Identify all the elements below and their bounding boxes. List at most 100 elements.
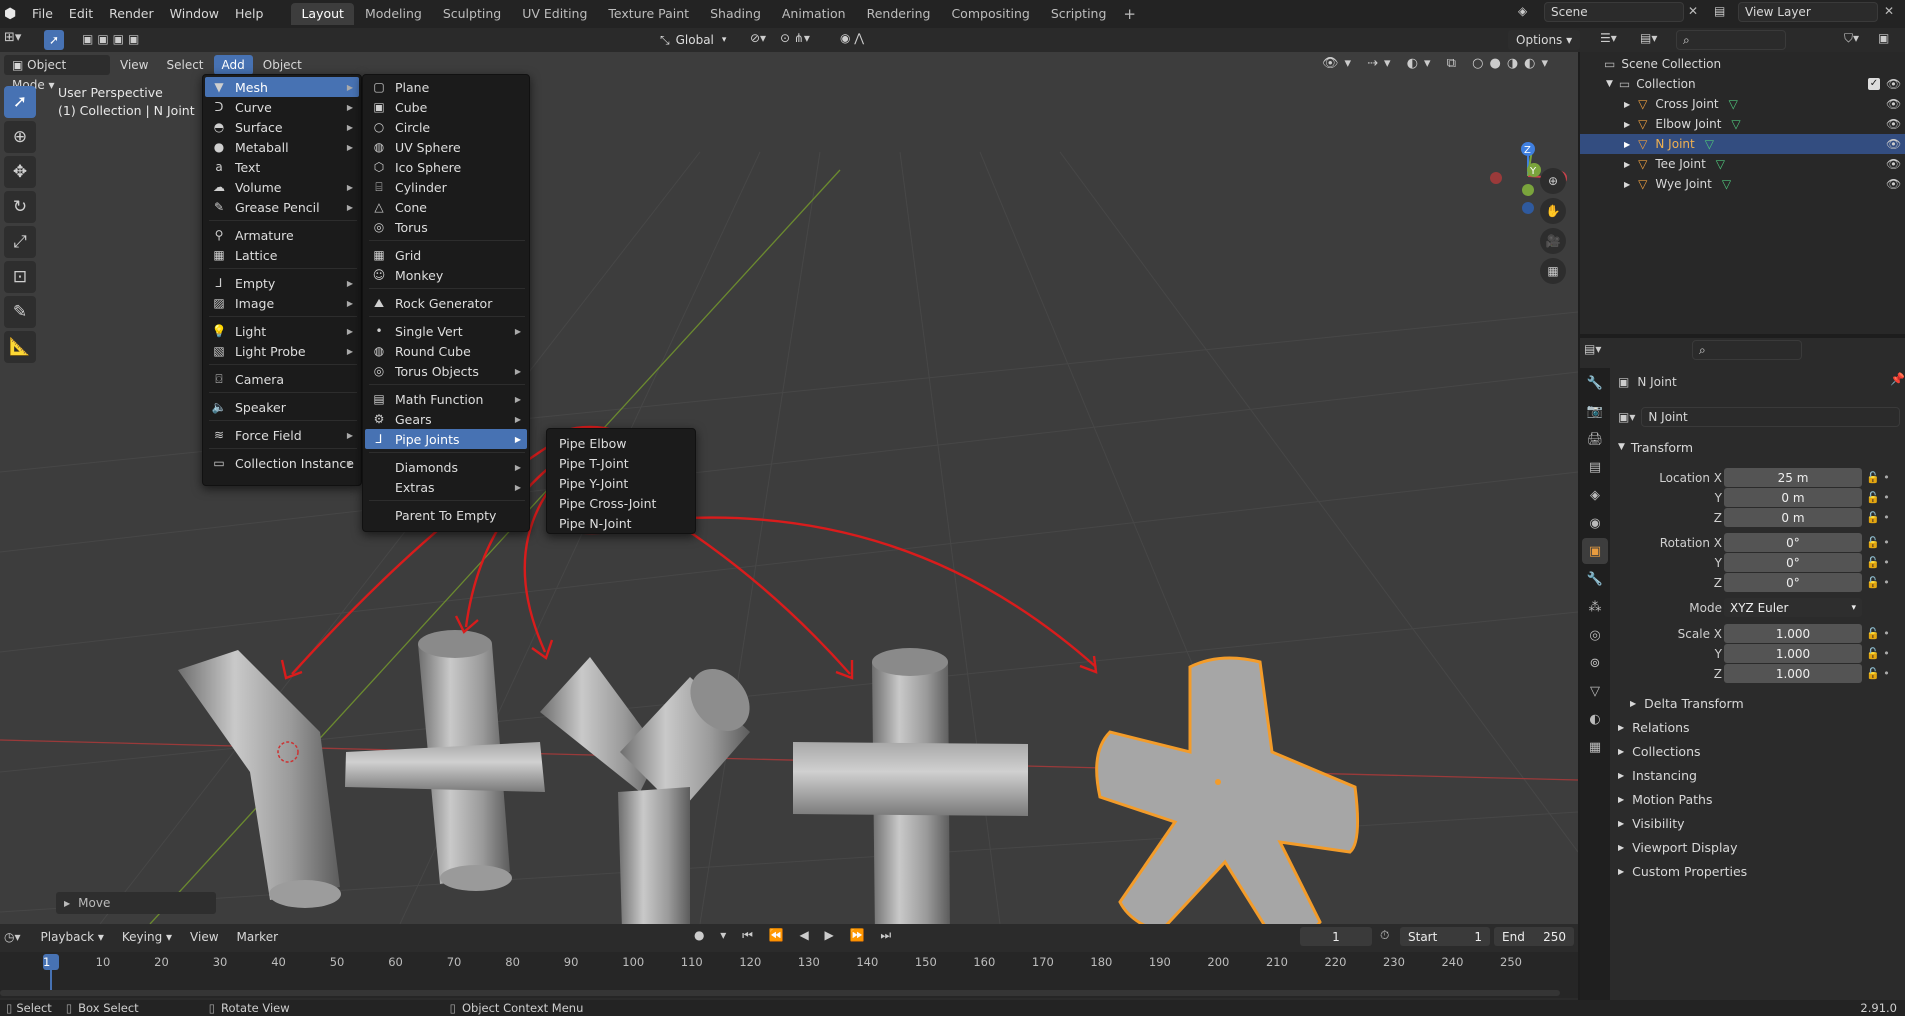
- mesh-item-cone[interactable]: △ Cone: [365, 197, 527, 217]
- mesh-item-parent-to-empty[interactable]: Parent To Empty: [365, 505, 527, 525]
- add-menu-item-image[interactable]: ▨ Image ▶: [205, 293, 359, 313]
- eye-icon[interactable]: 👁: [1886, 77, 1901, 91]
- timeline-editor-icon[interactable]: ◷▾: [4, 930, 21, 944]
- timeline-view-menu[interactable]: View: [182, 927, 226, 947]
- grid-view-icon[interactable]: ▦: [1540, 258, 1566, 284]
- mesh-item-cylinder[interactable]: ⌸ Cylinder: [365, 177, 527, 197]
- tab-texture-paint[interactable]: Texture Paint: [598, 3, 699, 25]
- outliner-item-wye-joint[interactable]: ▶ ▽ Wye Joint ▽ 👁: [1580, 174, 1905, 194]
- tab-shading[interactable]: Shading: [700, 3, 771, 25]
- add-menu-item-force-field[interactable]: ≋ Force Field ▶: [205, 425, 359, 445]
- material-tab-icon[interactable]: ◐: [1582, 706, 1608, 732]
- rotate-tool-icon[interactable]: ↻: [4, 191, 36, 223]
- current-frame-field[interactable]: 1: [1300, 927, 1372, 946]
- options-button[interactable]: Options ▾: [1508, 30, 1581, 50]
- add-workspace-icon[interactable]: +: [1123, 5, 1136, 23]
- menu-select[interactable]: Select: [158, 55, 211, 75]
- tab-sculpting[interactable]: Sculpting: [433, 3, 511, 25]
- pivot-icon[interactable]: ⊘▾: [750, 31, 766, 45]
- transform-orientation[interactable]: ⤡ Global ▾: [660, 30, 726, 50]
- add-menu-item-grease-pencil[interactable]: ✎ Grease Pencil ▶: [205, 197, 359, 217]
- menu-add[interactable]: Add: [213, 55, 253, 75]
- scene-icon[interactable]: ◈: [1518, 4, 1540, 24]
- tab-animation[interactable]: Animation: [772, 3, 856, 25]
- tab-modeling[interactable]: Modeling: [355, 3, 432, 25]
- delta-transform-panel[interactable]: ▶ Delta Transform: [1630, 693, 1744, 713]
- mesh-item-torus-objects[interactable]: ◎ Torus Objects ▶: [365, 361, 527, 381]
- add-menu-item-light[interactable]: 💡 Light ▶: [205, 321, 359, 341]
- mesh-item-extras[interactable]: Extras ▶: [365, 477, 527, 497]
- object-mode-dropdown[interactable]: ▣ Object Mode ▾: [4, 55, 110, 92]
- tab-uv-editing[interactable]: UV Editing: [512, 3, 597, 25]
- add-menu-item-empty[interactable]: ⅃ Empty ▶: [205, 273, 359, 293]
- keying-menu[interactable]: Keying ▾: [114, 927, 180, 947]
- mesh-item-circle[interactable]: ○ Circle: [365, 117, 527, 137]
- n-joint-mesh[interactable]: [1095, 656, 1360, 924]
- eye-icon[interactable]: 👁: [1886, 97, 1901, 111]
- scene-selector[interactable]: Scene: [1544, 2, 1684, 22]
- mesh-item-diamonds[interactable]: Diamonds ▶: [365, 457, 527, 477]
- outliner-item-n-joint[interactable]: ▶ ▽ N Joint ▽ 👁: [1580, 134, 1905, 154]
- outliner-item-cross-joint[interactable]: ▶ ▽ Cross Joint ▽ 👁: [1580, 94, 1905, 114]
- output-tab-icon[interactable]: 🖨: [1582, 426, 1608, 452]
- tab-scripting[interactable]: Scripting: [1041, 3, 1117, 25]
- scene-close-icon[interactable]: ✕: [1688, 4, 1698, 18]
- clock-icon[interactable]: ⏱: [1380, 928, 1389, 943]
- add-menu-item-surface[interactable]: ◓ Surface ▶: [205, 117, 359, 137]
- texture-tab-icon[interactable]: ▦: [1582, 734, 1608, 760]
- object-data-icon[interactable]: ▣▾: [1618, 410, 1635, 424]
- add-menu-item-lattice[interactable]: ▦ Lattice: [205, 245, 359, 265]
- mesh-item-uv-sphere[interactable]: ◍ UV Sphere: [365, 137, 527, 157]
- outliner-search-input[interactable]: ⌕: [1676, 30, 1786, 50]
- pipe-n-joint-item[interactable]: Pipe N-Joint: [549, 513, 695, 533]
- pin-icon[interactable]: 📌: [1890, 372, 1905, 386]
- filter-icon[interactable]: ⛉▾: [1844, 31, 1859, 46]
- viewport-overlay-icons[interactable]: 👁▾ ⇢▾ ◐▾ ⧉ ○●◑◐▾: [1322, 56, 1554, 71]
- location-z-field[interactable]: 0 m: [1724, 508, 1862, 527]
- visibility-panel[interactable]: ▶ Visibility: [1618, 813, 1685, 833]
- pan-hand-icon[interactable]: ✋: [1540, 198, 1566, 224]
- add-menu-item-text[interactable]: a Text: [205, 157, 359, 177]
- add-menu-item-armature[interactable]: ⚲ Armature: [205, 225, 359, 245]
- outliner-item-elbow-joint[interactable]: ▶ ▽ Elbow Joint ▽ 👁: [1580, 114, 1905, 134]
- menu-object[interactable]: Object: [255, 55, 310, 75]
- modifier-tab-icon[interactable]: 🔧: [1582, 566, 1608, 592]
- scene-tab-icon[interactable]: ◈: [1582, 482, 1608, 508]
- elbow-joint-mesh[interactable]: [178, 650, 341, 908]
- wye-joint-mesh[interactable]: [540, 657, 762, 924]
- pipe-t-joint-item[interactable]: Pipe T-Joint: [549, 453, 695, 473]
- marker-menu[interactable]: Marker: [229, 927, 286, 947]
- location-x-field[interactable]: 25 m: [1724, 468, 1862, 487]
- mesh-item-torus[interactable]: ◎ Torus: [365, 217, 527, 237]
- location-y-field[interactable]: 0 m: [1724, 488, 1862, 507]
- mesh-item-grid[interactable]: ▦ Grid: [365, 245, 527, 265]
- object-tab-icon[interactable]: ▣: [1582, 538, 1608, 564]
- tab-rendering[interactable]: Rendering: [857, 3, 941, 25]
- lock-icons[interactable]: 🔓 • 🔓 • 🔓 •: [1866, 533, 1902, 593]
- add-menu-item-speaker[interactable]: 🔈 Speaker: [205, 397, 359, 417]
- mesh-item-math-function[interactable]: ▤ Math Function ▶: [365, 389, 527, 409]
- menu-render[interactable]: Render: [101, 0, 162, 28]
- outliner-scene-collection[interactable]: ▭ Scene Collection: [1580, 54, 1905, 74]
- mesh-item-gears[interactable]: ⚙ Gears ▶: [365, 409, 527, 429]
- scale-tool-icon[interactable]: ⤢: [4, 226, 36, 258]
- collections-panel[interactable]: ▶ Collections: [1618, 741, 1701, 761]
- properties-search-input[interactable]: ⌕: [1692, 340, 1802, 360]
- mesh-item-plane[interactable]: ▢ Plane: [365, 77, 527, 97]
- particles-tab-icon[interactable]: ⁂: [1582, 594, 1608, 620]
- constraints-tab-icon[interactable]: ⊚: [1582, 650, 1608, 676]
- rotation-mode-dropdown[interactable]: XYZ Euler ▾: [1724, 598, 1862, 617]
- transform-tool-icon[interactable]: ⊡: [4, 261, 36, 293]
- start-frame-field[interactable]: Start 1: [1400, 927, 1490, 946]
- tab-compositing[interactable]: Compositing: [941, 3, 1039, 25]
- add-menu-item-camera[interactable]: ⌼ Camera: [205, 369, 359, 389]
- menu-edit[interactable]: Edit: [61, 0, 101, 28]
- scale-z-field[interactable]: 1.000: [1724, 664, 1862, 683]
- pipe-elbow-item[interactable]: Pipe Elbow: [549, 433, 695, 453]
- end-frame-field[interactable]: End 250: [1494, 927, 1574, 946]
- lock-icons[interactable]: 🔓 • 🔓 • 🔓 •: [1866, 624, 1902, 684]
- mesh-item-rock-generator[interactable]: ⛰ Rock Generator: [365, 293, 527, 313]
- measure-tool-icon[interactable]: 📐: [4, 331, 36, 363]
- mesh-item-single-vert[interactable]: • Single Vert ▶: [365, 321, 527, 341]
- editor-type-icon[interactable]: ⊞▾: [4, 30, 21, 45]
